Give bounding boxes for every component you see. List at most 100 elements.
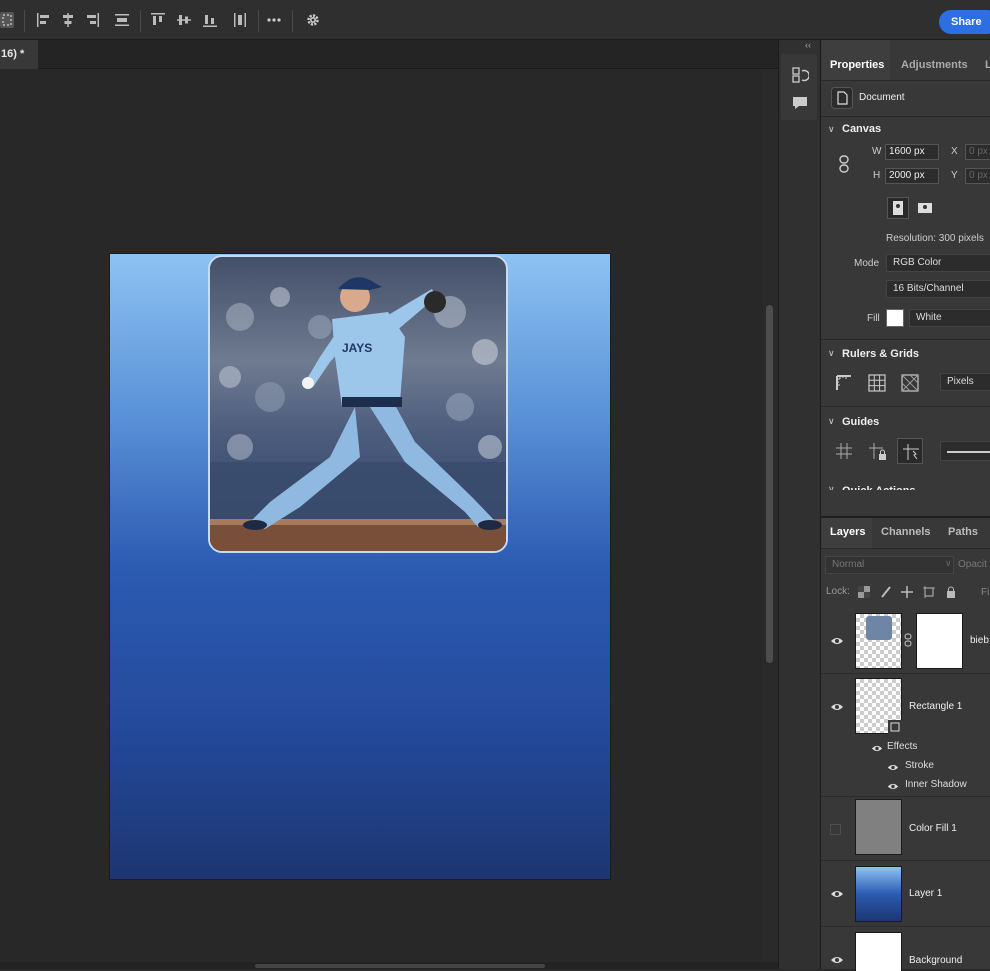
canvas-section-title: Canvas [842,123,882,135]
tab-paths[interactable]: Paths [948,518,988,548]
history-icon[interactable] [791,66,809,84]
guides-icon[interactable] [835,442,853,460]
link-dimensions-icon[interactable] [838,155,850,173]
x-field[interactable]: 0 px [965,144,990,160]
tab-layers[interactable]: Layers [822,518,872,548]
ruler-icon[interactable] [835,374,853,392]
lock-position-icon[interactable] [901,586,913,598]
layer-thumbnail[interactable] [855,866,902,922]
y-label: Y [951,170,958,181]
visibility-toggle-off[interactable] [830,824,841,835]
shape-layer-icon [888,720,902,734]
smart-guides-button[interactable] [897,438,923,464]
comments-icon[interactable] [791,94,809,112]
fill-label-fragment: Fi [981,587,990,598]
eye-visibility-icon[interactable] [887,782,899,791]
ruler-units-select[interactable]: Pixels [940,373,990,391]
lock-all-icon[interactable] [945,586,957,598]
align-right-icon[interactable] [84,12,100,28]
eye-visibility-icon[interactable] [830,636,844,646]
align-top-icon[interactable] [150,12,166,28]
horizontal-scrollbar[interactable] [0,962,778,969]
chevron-down-icon[interactable]: ∨ [828,124,835,135]
height-field[interactable]: 2000 px [885,168,939,184]
eye-visibility-icon[interactable] [830,702,844,712]
layer-row[interactable]: Layer 1 [821,861,990,927]
align-vertical-center-icon[interactable] [176,12,192,28]
lock-image-pixels-icon[interactable] [880,586,892,598]
vertical-scrollbar[interactable] [762,69,778,964]
tab-channels[interactable]: Channels [881,518,941,548]
transform-controls-icon[interactable] [0,10,18,30]
document-tab[interactable]: 16) * [0,40,38,69]
layer-name[interactable]: bieb [970,635,989,646]
eye-visibility-icon[interactable] [871,744,883,753]
eye-visibility-icon[interactable] [887,763,899,772]
pitcher-image: JAYS [210,257,506,551]
vertical-scroll-thumb[interactable] [766,305,773,663]
document-label: Document [859,92,905,103]
layer-name[interactable]: Rectangle 1 [909,701,962,712]
guides-title: Guides [842,416,880,428]
eye-visibility-icon[interactable] [830,955,844,965]
layer-row[interactable]: Rectangle 1 Effects Stroke Inner Shadow [821,674,990,797]
effects-label[interactable]: Effects [887,741,917,752]
layer-row[interactable]: Color Fill 1 [821,797,990,861]
color-mode-select[interactable]: RGB Color [886,254,990,272]
quick-actions-title: Quick Actions [842,484,916,490]
document-icon [831,87,853,109]
lock-artboard-icon[interactable] [923,586,935,598]
eye-visibility-icon[interactable] [830,889,844,899]
height-label: H [873,170,881,181]
portrait-orientation-icon[interactable] [887,197,909,219]
tab-adjustments[interactable]: Adjustments [901,40,973,80]
bit-depth-select[interactable]: 16 Bits/Channel [886,280,990,298]
more-options-icon[interactable] [266,12,282,28]
player-photo[interactable]: JAYS [208,255,508,553]
layer-name[interactable]: Color Fill 1 [909,823,957,834]
x-label: X [951,146,958,157]
share-button[interactable]: Share [939,10,990,34]
landscape-orientation-icon[interactable] [914,197,936,219]
options-bar: ... Share [0,0,990,40]
resolution-text: Resolution: 300 pixels [886,233,984,244]
layer-thumbnail[interactable] [855,678,902,734]
effect-stroke[interactable]: Stroke [905,760,934,771]
window-title-fragment: ... [460,0,520,2]
pixel-grid-icon[interactable] [901,374,919,392]
layer-name[interactable]: Layer 1 [909,888,942,899]
blend-mode-select[interactable]: Normal [825,556,954,574]
guide-style-select[interactable] [940,441,990,461]
y-field[interactable]: 0 px [965,168,990,184]
layer-mask-thumbnail[interactable] [916,613,963,669]
lock-transparent-pixels-icon[interactable] [858,586,870,598]
lock-guides-icon[interactable] [868,442,888,462]
effect-inner-shadow[interactable]: Inner Shadow [905,779,967,790]
layer-thumbnail[interactable] [855,932,902,971]
distribute-vertical-icon[interactable] [114,12,130,28]
align-bottom-icon[interactable] [202,12,218,28]
layer-thumbnail[interactable] [855,613,902,669]
layer-thumbnail[interactable] [855,799,902,855]
chevron-down-icon[interactable]: ∨ [828,416,835,427]
chevron-down-icon[interactable]: ∨ [945,558,952,569]
settings-gear-icon[interactable] [305,12,321,28]
width-field[interactable]: 1600 px [885,144,939,160]
distribute-horizontal-icon[interactable] [232,12,248,28]
horizontal-scroll-thumb[interactable] [255,964,545,968]
chevron-down-icon[interactable]: ∨ [828,484,835,490]
layer-name[interactable]: Background [909,955,962,966]
chevron-down-icon[interactable]: ∨ [828,348,835,359]
mode-label: Mode [854,258,880,269]
fill-color-swatch[interactable] [886,309,904,327]
tab-libraries[interactable]: L [985,40,990,80]
tab-properties[interactable]: Properties [822,40,890,80]
fill-select[interactable]: White [909,309,990,327]
mask-link-icon[interactable] [904,633,912,647]
grid-icon[interactable] [868,374,886,392]
align-horizontal-center-icon[interactable] [60,12,76,28]
collapse-panels-icon[interactable]: ‹‹ [805,40,811,50]
layer-row[interactable]: Background [821,927,990,971]
align-left-icon[interactable] [36,12,52,28]
layer-row[interactable]: bieb [821,608,990,674]
